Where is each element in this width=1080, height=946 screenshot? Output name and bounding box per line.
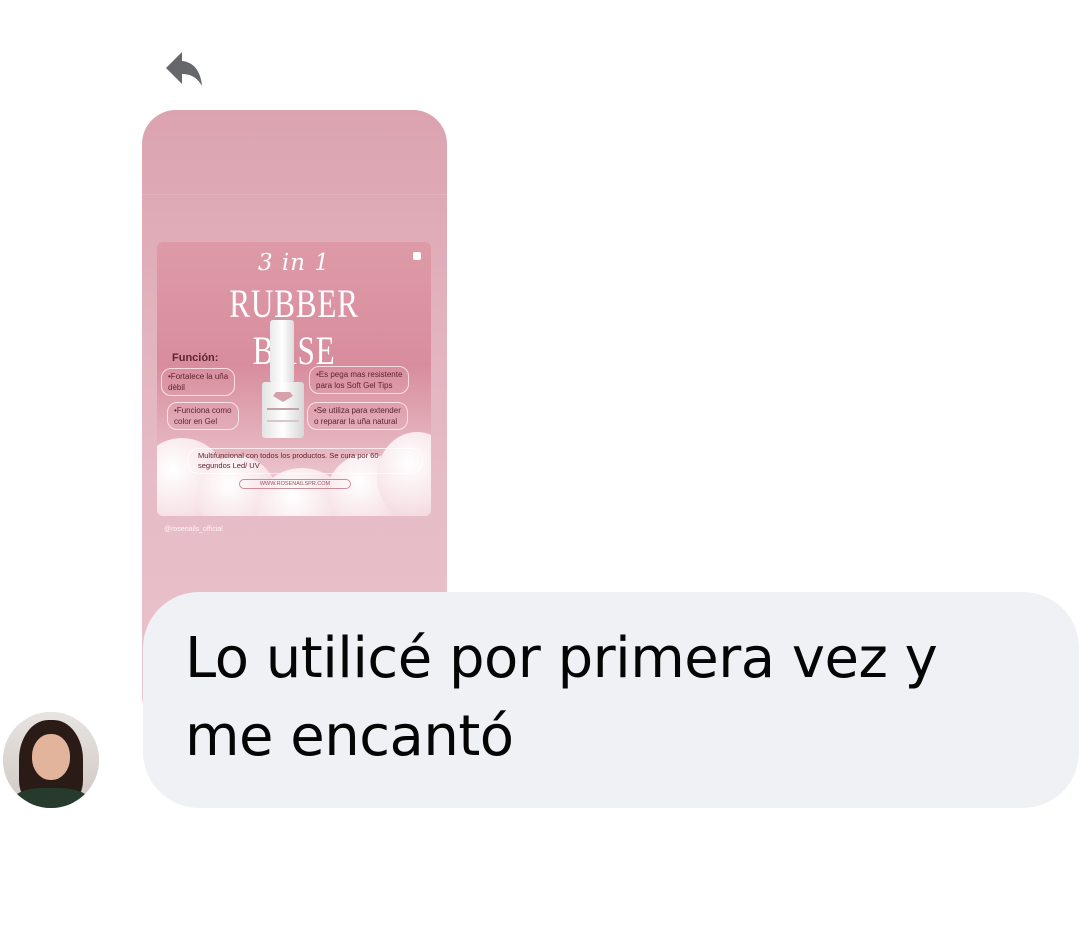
bottle-label [267,408,299,422]
reply-arrow-icon[interactable] [160,46,208,90]
account-handle: @rosenails_official [164,526,223,533]
promo-headline: RUBBER BASE [229,281,359,373]
promo-section-title: Función: [172,352,219,364]
promo-note: Multifuncional con todos los productos. … [187,448,423,474]
promo-bullet: •Funciona como color en Gel [167,402,239,430]
promo-bullet: •Se utiliza para extender o reparar la u… [307,402,408,430]
promo-image: 3 in 1 RUBBER BASE Función: •Fortalece l… [157,242,431,516]
message-bubble[interactable]: Lo utilicé por primera vez y me encantó [143,592,1079,808]
avatar[interactable] [3,712,99,808]
promo-subtitle: 3 in 1 [257,250,331,276]
card-divider [142,194,447,195]
promo-bullet: •Fortalece la uña dèbil [161,368,236,396]
promo-url: WWW.ROSENAILSPR.COM [239,479,351,489]
cloud-decoration [377,432,431,516]
bottle-cap [270,320,294,382]
promo-bullet: •Es pega mas resistente para los Soft Ge… [309,366,410,394]
message-text: Lo utilicé por primera vez y me encantó [185,626,938,769]
